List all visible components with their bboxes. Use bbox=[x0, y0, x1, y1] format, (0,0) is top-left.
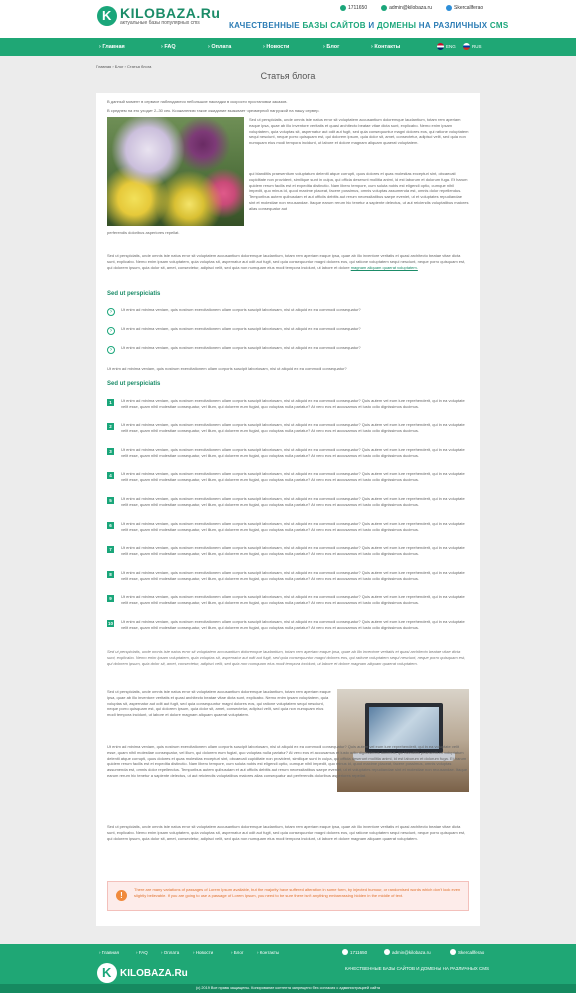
logo-title: KILOBAZA.Ru bbox=[120, 5, 221, 21]
arrow-right-icon: › bbox=[107, 346, 115, 354]
left-paragraph-1: Sed ut perspiciatis, unde omnis iste nat… bbox=[107, 689, 331, 718]
nav-contacts[interactable]: Контакты bbox=[371, 38, 400, 56]
header-tagline: КАЧЕСТВЕННЫЕ БАЗЫ САЙТОВ И ДОМЕНЫ НА РАЗ… bbox=[229, 21, 509, 30]
nav-faq[interactable]: FAQ bbox=[161, 38, 175, 56]
nav-payment[interactable]: Оплата bbox=[208, 38, 231, 56]
breadcrumb[interactable]: Главная › Блог › Статья блога bbox=[96, 64, 151, 69]
header-skype[interactable]: Skercallferao bbox=[445, 5, 483, 11]
article-card: В данный момент в сервисе наблюдаются не… bbox=[96, 93, 480, 926]
tulips-photo bbox=[107, 117, 244, 226]
flag-uk-icon bbox=[437, 43, 444, 50]
email-icon bbox=[381, 5, 388, 11]
section-heading-2: Sed ut perspiciatis bbox=[107, 381, 161, 387]
lang-ru[interactable]: RUS bbox=[463, 43, 482, 50]
last-paragraph: Sed ut perspiciatis, unde omnis iste nat… bbox=[107, 824, 466, 841]
skype-icon bbox=[450, 949, 456, 955]
right-paragraph-tail: perferendis doloribus asperiores repella… bbox=[107, 230, 180, 235]
logo-icon: K bbox=[97, 6, 117, 26]
footer-nav-payment[interactable]: Оплата bbox=[161, 950, 179, 955]
flag-ru-icon bbox=[463, 43, 470, 50]
header-contacts: 1711650 admin@kilobaza.ru Skercallferao bbox=[340, 5, 483, 11]
footer-nav-blog[interactable]: Блог bbox=[231, 950, 244, 955]
arrow-right-icon: › bbox=[107, 308, 115, 316]
notice-text: There are many variations of passages of… bbox=[134, 887, 461, 898]
middle-paragraph: Ut enim ad minima veniam, quis nostrum e… bbox=[107, 366, 347, 371]
notice-box: ! There are many variations of passages … bbox=[107, 881, 469, 911]
copyright: (c) 2019 Все права защищены. Копирование… bbox=[0, 984, 576, 993]
footer-logo[interactable]: K KILOBAZA.Ru bbox=[97, 963, 188, 983]
italic-paragraph: Sed ut perspiciatis, unde omnis iste nat… bbox=[107, 649, 466, 666]
footer-nav-contacts[interactable]: Контакты bbox=[257, 950, 279, 955]
footer-nav-faq[interactable]: FAQ bbox=[136, 950, 148, 955]
inline-link[interactable]: magnam aliquam quaerat voluptatem. bbox=[351, 265, 418, 270]
page-title: Статья блога bbox=[260, 71, 316, 81]
logo-icon: K bbox=[97, 963, 117, 983]
phone-icon bbox=[340, 5, 346, 11]
lang-en[interactable]: ENG bbox=[437, 43, 456, 50]
footer-email[interactable]: admin@kilobaza.ru bbox=[384, 949, 431, 955]
info-icon: ! bbox=[116, 890, 127, 901]
site-footer: Главная FAQ Оплата Новости Блог Контакты… bbox=[0, 944, 576, 993]
footer-nav-home[interactable]: Главная bbox=[99, 950, 119, 955]
main-nav: Главная FAQ Оплата Новости Блог Контакты… bbox=[0, 38, 576, 56]
arrow-right-icon: › bbox=[107, 327, 115, 335]
header-email[interactable]: admin@kilobaza.ru bbox=[381, 5, 432, 11]
header-phone[interactable]: 1711650 bbox=[340, 5, 367, 11]
left-paragraph-2: Ut enim ad minima veniam, quis nostrum e… bbox=[107, 744, 468, 778]
right-paragraph-2: qui blanditiis praesentium voluptatum de… bbox=[249, 171, 469, 211]
email-icon bbox=[384, 949, 390, 955]
nav-news[interactable]: Новости bbox=[263, 38, 289, 56]
skype-icon bbox=[445, 5, 452, 11]
footer-skype[interactable]: Skercallferao bbox=[450, 949, 484, 955]
footer-phone[interactable]: 1711650 bbox=[342, 949, 367, 955]
site-header: K KILOBAZA.Ru актуальные базы популярных… bbox=[0, 0, 576, 38]
logo-subtitle: актуальные базы популярных cms bbox=[120, 20, 200, 26]
full-paragraph-1: Sed ut perspiciatis, unde omnis iste nat… bbox=[107, 253, 466, 270]
nav-home[interactable]: Главная bbox=[99, 38, 124, 56]
section-heading-1: Sed ut perspiciatis bbox=[107, 291, 161, 297]
right-paragraph-1: Sed ut perspiciatis, unde omnis iste nat… bbox=[249, 117, 469, 146]
nav-blog[interactable]: Блог bbox=[323, 38, 339, 56]
phone-icon bbox=[342, 949, 348, 955]
intro-paragraph-1: В данный момент в сервисе наблюдаются не… bbox=[107, 99, 288, 104]
footer-nav-news[interactable]: Новости bbox=[193, 950, 213, 955]
site-logo[interactable]: K KILOBAZA.Ru актуальные базы популярных… bbox=[97, 6, 220, 26]
footer-tagline: КАЧЕСТВЕННЫЕ БАЗЫ САЙТОВ И ДОМЕНЫ НА РАЗ… bbox=[345, 966, 490, 971]
intro-paragraph-2: В среднем на это уходит 2–30 сек. Ксожал… bbox=[107, 108, 320, 113]
